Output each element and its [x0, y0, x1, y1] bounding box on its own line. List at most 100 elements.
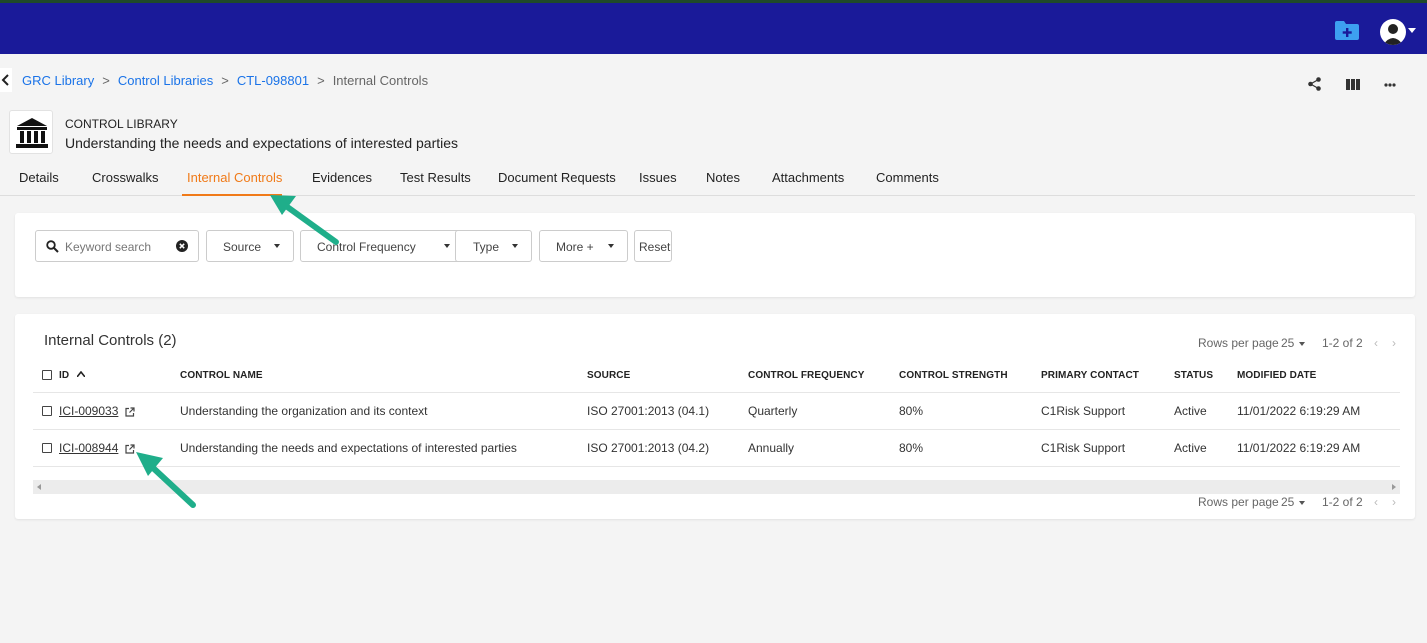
filter-panel: Keyword search Source Control Frequency …	[15, 213, 1415, 297]
breadcrumb-separator: >	[221, 73, 229, 88]
breadcrumb-separator: >	[102, 73, 110, 88]
breadcrumb: GRC Library > Control Libraries > CTL-098801…	[22, 73, 428, 88]
table-cell-status: Active	[1174, 404, 1207, 418]
table-row-id-link[interactable]: ICI-008944	[59, 441, 118, 455]
rows-per-page-label: Rows per page	[1198, 336, 1279, 350]
tab-document-requests[interactable]: Document Requests	[498, 170, 616, 185]
folder-add-icon[interactable]	[1335, 21, 1359, 40]
type-dropdown[interactable]: Type	[455, 230, 532, 262]
tab-details[interactable]: Details	[19, 170, 59, 185]
row-checkbox[interactable]	[42, 443, 52, 453]
table-cell-contact: C1Risk Support	[1041, 404, 1126, 418]
rows-per-page-select[interactable]: 25	[1281, 495, 1294, 509]
more-icon[interactable]	[1384, 83, 1396, 87]
prev-page-icon[interactable]: ‹	[1374, 336, 1378, 350]
user-icon	[1383, 24, 1403, 45]
rows-per-page-select[interactable]: 25	[1281, 336, 1294, 350]
scroll-right-icon[interactable]	[1392, 484, 1396, 490]
type-dropdown-label: Type	[473, 240, 500, 254]
table-cell-contact: C1Risk Support	[1041, 441, 1126, 455]
user-menu-caret-icon[interactable]	[1408, 28, 1416, 33]
table-cell-source: ISO 27001:2013 (04.1)	[587, 404, 710, 418]
row-divider	[33, 466, 1400, 467]
tab-internal-controls[interactable]: Internal Controls	[187, 170, 282, 185]
chevron-left-icon	[1, 74, 9, 86]
chevron-down-icon	[444, 244, 450, 248]
header-divider	[33, 392, 1400, 393]
prev-page-icon[interactable]: ‹	[1374, 495, 1378, 509]
clear-search-icon[interactable]	[176, 240, 188, 252]
scroll-left-icon[interactable]	[37, 484, 41, 490]
breadcrumb-control-libraries[interactable]: Control Libraries	[118, 73, 213, 88]
keyword-search-input[interactable]: Keyword search	[35, 230, 199, 262]
column-header-modified-date[interactable]: MODIFIED DATE	[1237, 370, 1316, 381]
breadcrumb-grc-library[interactable]: GRC Library	[22, 73, 94, 88]
table-cell-status: Active	[1174, 441, 1207, 455]
share-icon[interactable]	[1308, 77, 1321, 91]
tab-test-results[interactable]: Test Results	[400, 170, 471, 185]
bank-building-icon	[9, 110, 53, 154]
back-button[interactable]	[0, 68, 12, 92]
table-cell-source: ISO 27001:2013 (04.2)	[587, 441, 710, 455]
internal-controls-table-card: Internal Controls (2) Rows per page 25 1…	[15, 314, 1415, 519]
search-placeholder: Keyword search	[65, 240, 152, 254]
row-checkbox[interactable]	[42, 406, 52, 416]
columns-icon[interactable]	[1346, 79, 1360, 90]
tab-attachments[interactable]: Attachments	[772, 170, 844, 185]
more-filters-dropdown[interactable]: More +	[539, 230, 628, 262]
external-link-icon[interactable]	[125, 444, 135, 454]
reset-button[interactable]: Reset	[634, 230, 672, 262]
table-cell-modified-date: 11/01/2022 6:19:29 AM	[1237, 404, 1361, 418]
horizontal-scrollbar[interactable]	[33, 480, 1400, 494]
more-filters-label: More +	[556, 240, 594, 254]
table-title: Internal Controls (2)	[44, 332, 177, 349]
column-header-status[interactable]: STATUS	[1174, 370, 1213, 381]
table-cell-strength: 80%	[899, 441, 924, 455]
tab-evidences[interactable]: Evidences	[312, 170, 372, 185]
sort-ascending-icon[interactable]	[77, 371, 85, 377]
chevron-down-icon	[608, 244, 614, 248]
tab-issues[interactable]: Issues	[639, 170, 677, 185]
source-dropdown-label: Source	[223, 240, 262, 254]
tab-notes[interactable]: Notes	[706, 170, 740, 185]
source-dropdown[interactable]: Source	[206, 230, 294, 262]
reset-button-label: Reset	[639, 240, 671, 254]
column-header-id[interactable]: ID	[59, 370, 69, 381]
control-frequency-dropdown-label: Control Frequency	[317, 240, 416, 254]
column-header-primary-contact[interactable]: PRIMARY CONTACT	[1041, 370, 1139, 381]
column-header-control-name[interactable]: CONTROL NAME	[180, 370, 263, 381]
table-row-id-link[interactable]: ICI-009033	[59, 404, 118, 418]
pager-range: 1-2 of 2	[1322, 336, 1363, 350]
control-frequency-dropdown[interactable]: Control Frequency	[300, 230, 464, 262]
active-tab-indicator	[182, 194, 282, 196]
chevron-down-icon[interactable]	[1299, 342, 1305, 346]
page-title: Understanding the needs and expectations…	[65, 135, 459, 151]
chevron-down-icon[interactable]	[1299, 501, 1305, 505]
table-cell-frequency: Annually	[748, 441, 795, 455]
pager-range: 1-2 of 2	[1322, 495, 1363, 509]
user-avatar[interactable]	[1380, 19, 1406, 45]
tab-crosswalks[interactable]: Crosswalks	[92, 170, 158, 185]
next-page-icon[interactable]: ›	[1392, 336, 1396, 350]
column-header-source[interactable]: SOURCE	[587, 370, 630, 381]
table-cell-modified-date: 11/01/2022 6:19:29 AM	[1237, 441, 1361, 455]
search-icon	[46, 240, 59, 253]
table-cell-frequency: Quarterly	[748, 404, 798, 418]
next-page-icon[interactable]: ›	[1392, 495, 1396, 509]
column-header-control-strength[interactable]: CONTROL STRENGTH	[899, 370, 1008, 381]
row-divider	[33, 429, 1400, 430]
chevron-down-icon	[274, 244, 280, 248]
breadcrumb-separator: >	[317, 73, 325, 88]
library-kicker: CONTROL LIBRARY	[65, 117, 178, 131]
rows-per-page-label: Rows per page	[1198, 495, 1279, 509]
tab-comments[interactable]: Comments	[876, 170, 939, 185]
external-link-icon[interactable]	[125, 407, 135, 417]
table-cell-control-name: Understanding the organization and its c…	[180, 404, 428, 418]
column-header-control-frequency[interactable]: CONTROL FREQUENCY	[748, 370, 865, 381]
table-cell-strength: 80%	[899, 404, 924, 418]
chevron-down-icon	[512, 244, 518, 248]
table-cell-control-name: Understanding the needs and expectations…	[180, 441, 517, 455]
select-all-checkbox[interactable]	[42, 370, 52, 380]
breadcrumb-ctl-id[interactable]: CTL-098801	[237, 73, 309, 88]
breadcrumb-current: Internal Controls	[332, 73, 429, 88]
